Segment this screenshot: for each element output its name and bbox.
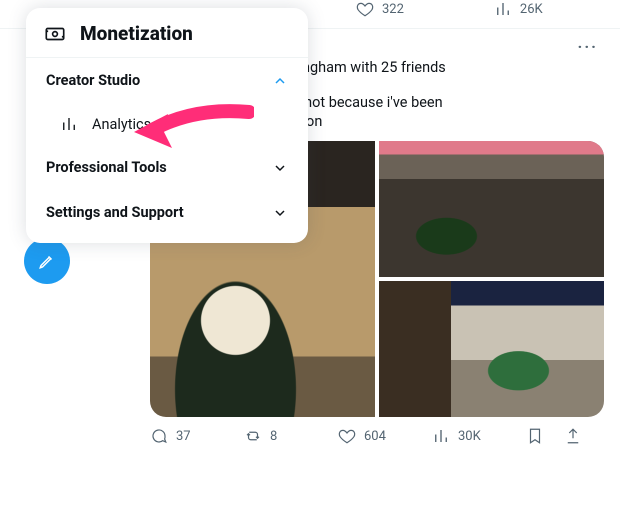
chevron-down-icon [272, 160, 288, 176]
tweet1-views[interactable]: 26K [494, 0, 543, 18]
chevron-down-icon [272, 205, 288, 221]
tweet2-image-3[interactable] [379, 281, 604, 417]
menu-settings-support-label: Settings and Support [46, 204, 184, 221]
tweet2-like[interactable]: 604 [338, 427, 432, 445]
views-icon [432, 427, 450, 445]
tweet1-like[interactable]: 322 [356, 0, 404, 18]
menu-analytics[interactable]: Analytics [26, 103, 308, 145]
compose-tweet-button[interactable] [24, 238, 70, 284]
tweet2-like-count: 604 [364, 429, 386, 444]
tweet1-view-count: 26K [520, 2, 543, 17]
tweet2-retweet[interactable]: 8 [244, 427, 338, 445]
tweet2-reply-count: 37 [176, 429, 191, 444]
feather-icon [38, 252, 56, 270]
tweet2-reply[interactable]: 37 [150, 427, 244, 445]
more-menu: Monetization Creator Studio Analytics Pr… [26, 8, 308, 243]
analytics-icon [60, 115, 78, 133]
tweet2-view-count: 30K [458, 429, 481, 444]
share-icon[interactable] [564, 427, 582, 445]
tweet2-more-button[interactable]: ··· [578, 37, 598, 56]
menu-creator-studio-label: Creator Studio [46, 72, 140, 89]
heart-icon [356, 0, 374, 18]
menu-creator-studio[interactable]: Creator Studio [26, 58, 308, 103]
menu-professional-tools-label: Professional Tools [46, 159, 167, 176]
menu-settings-support[interactable]: Settings and Support [26, 190, 308, 235]
retweet-icon [244, 427, 262, 445]
heart-icon [338, 427, 356, 445]
bookmark-icon[interactable] [526, 427, 544, 445]
monetization-icon [44, 23, 66, 45]
menu-professional-tools[interactable]: Professional Tools [26, 145, 308, 190]
tweet2-views[interactable]: 30K [432, 427, 526, 445]
menu-monetization[interactable]: Monetization [26, 22, 308, 58]
chevron-up-icon [272, 73, 288, 89]
tweet2-image-2[interactable] [379, 141, 604, 277]
menu-analytics-label: Analytics [92, 116, 151, 133]
tweet2-action-bar: 37 8 604 30K [150, 427, 604, 449]
menu-monetization-label: Monetization [80, 22, 193, 45]
tweet1-like-count: 322 [382, 2, 404, 17]
views-icon [494, 0, 512, 18]
reply-icon [150, 427, 168, 445]
tweet2-retweet-count: 8 [270, 429, 277, 444]
